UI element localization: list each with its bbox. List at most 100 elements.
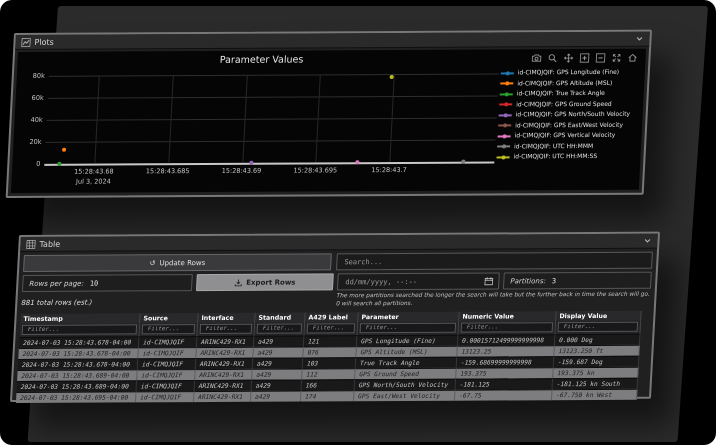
- calendar-icon[interactable]: [484, 277, 494, 286]
- filter-input[interactable]: [561, 322, 635, 332]
- column-header[interactable]: Source: [140, 313, 199, 324]
- y-gridline: [46, 117, 497, 121]
- export-rows-button[interactable]: Export Rows: [195, 273, 334, 292]
- table-cell[interactable]: a429: [251, 379, 303, 391]
- zoom-in-icon[interactable]: [578, 52, 590, 63]
- table-panel-header[interactable]: Table: [20, 233, 658, 252]
- legend-item[interactable]: id-CIMQJQIF: UTC HH:MM:SS: [496, 153, 636, 161]
- filter-input[interactable]: [145, 325, 192, 334]
- column-header[interactable]: Parameter: [358, 311, 460, 323]
- table-cell[interactable]: id-CIMQJQIF: [138, 347, 197, 359]
- rows-per-page-control[interactable]: Rows per page: 10: [21, 274, 193, 292]
- partitions-label: Partitions:: [510, 276, 547, 285]
- pan-icon[interactable]: [562, 52, 574, 63]
- autoscale-icon[interactable]: [610, 52, 622, 63]
- filter-input[interactable]: [363, 323, 453, 333]
- column-header[interactable]: Display Value: [556, 310, 642, 322]
- table-cell[interactable]: id-CIMQJQIF: [136, 380, 196, 392]
- column-header[interactable]: Interface: [198, 312, 256, 324]
- chevron-down-icon[interactable]: [635, 35, 643, 43]
- column-header[interactable]: Timestamp: [20, 313, 141, 324]
- table-cell[interactable]: 2024-07-03 15:28:43.678-04:00: [17, 358, 139, 371]
- table-cell[interactable]: 2024-07-03 15:28:43.678-04:00: [18, 336, 140, 349]
- column-header[interactable]: Standard: [255, 312, 306, 323]
- filter-input[interactable]: [25, 325, 134, 334]
- legend-label: id-CIMQJQIF: GPS Altitude (MSL): [517, 79, 613, 87]
- table-cell[interactable]: GPS Altitude (MSL): [356, 345, 458, 358]
- table-cell[interactable]: GPS North/South Velocity: [354, 378, 457, 391]
- filter-input[interactable]: [310, 324, 352, 333]
- table-cell[interactable]: 0.000 Deg: [554, 333, 641, 346]
- legend-item[interactable]: id-CIMQJQIF: GPS North/South Velocity: [498, 111, 639, 119]
- plots-panel-header[interactable]: Plots: [15, 31, 650, 50]
- legend-item[interactable]: id-CIMQJQIF: GPS Vertical Velocity: [497, 132, 637, 140]
- table-cell[interactable]: 13123.25: [457, 345, 555, 357]
- total-rows-text: 881 total rows (est.): [21, 298, 93, 307]
- reset-axes-home-icon[interactable]: [626, 52, 638, 63]
- table-cell[interactable]: 13123.250 ft: [554, 344, 640, 357]
- filter-input[interactable]: [260, 324, 299, 333]
- legend-item[interactable]: id-CIMQJQIF: GPS Ground Speed: [499, 100, 639, 108]
- legend-item[interactable]: id-CIMQJQIF: GPS East/West Velocity: [498, 121, 638, 129]
- partitions-value[interactable]: 3: [552, 277, 557, 285]
- filter-input[interactable]: [464, 323, 550, 332]
- table-cell[interactable]: 2024-07-03 15:28:43.695-04:00: [15, 391, 137, 404]
- table-cell[interactable]: 076: [303, 346, 357, 358]
- table-cell[interactable]: id-CIMQJQIF: [137, 369, 196, 381]
- table-cell[interactable]: ARINC429-RX1: [195, 368, 253, 381]
- table-cell[interactable]: 174: [300, 390, 355, 402]
- datetime-input[interactable]: [343, 276, 481, 287]
- table-cell[interactable]: True Track Angle: [355, 356, 458, 369]
- table-cell[interactable]: a429: [252, 357, 304, 369]
- table-cell[interactable]: -67.75: [454, 389, 553, 401]
- legend-item[interactable]: id-CIMQJQIF: GPS Longitude (Fine): [500, 69, 641, 77]
- table-cell[interactable]: -67.750 kn West: [551, 388, 638, 401]
- table-cell[interactable]: id-CIMQJQIF: [135, 391, 195, 403]
- table-cell[interactable]: -159.68699999999998: [456, 356, 555, 368]
- search-input[interactable]: [342, 255, 647, 267]
- plot-area[interactable]: 80k 60k 40k 20k 0 15:28:43.68 Jul 3, 2024 15:28…: [29, 72, 499, 185]
- table-cell[interactable]: 2024-07-03 15:28:43.689-04:00: [17, 369, 138, 382]
- table-cell[interactable]: -181.125 kn South: [552, 377, 639, 390]
- table-cell[interactable]: 166: [301, 379, 356, 391]
- table-cell[interactable]: 193.375 kn: [553, 366, 639, 379]
- table-cell[interactable]: 103: [302, 357, 357, 369]
- table-cell[interactable]: ARINC429-RX1: [195, 357, 254, 370]
- table-cell[interactable]: -159.687 Deg: [553, 355, 640, 368]
- partitions-control[interactable]: Partitions: 3: [502, 271, 652, 290]
- zoom-icon[interactable]: [546, 52, 558, 63]
- table-cell[interactable]: 121: [303, 335, 358, 347]
- filter-input[interactable]: [203, 324, 249, 334]
- table-cell[interactable]: 193.375: [456, 367, 554, 379]
- table-cell[interactable]: ARINC429-RX1: [194, 379, 253, 392]
- legend-marker: [498, 124, 512, 127]
- table-cell[interactable]: 0.00015712499999999998: [457, 334, 556, 346]
- table-cell[interactable]: GPS Longitude (Fine): [356, 334, 459, 347]
- chevron-down-icon[interactable]: [643, 237, 651, 245]
- table-cell[interactable]: 2024-07-03 15:28:43.689-04:00: [16, 380, 138, 393]
- legend-item[interactable]: id-CIMQJQIF: UTC HH:MMM: [497, 142, 637, 150]
- table-cell[interactable]: a429: [253, 335, 305, 347]
- plotly-modebar: [530, 52, 638, 64]
- column-header[interactable]: A429 Label: [305, 312, 359, 323]
- table-cell[interactable]: -181.125: [455, 378, 554, 390]
- table-cell[interactable]: a429: [252, 368, 303, 380]
- table-cell[interactable]: 112: [302, 368, 356, 380]
- table-cell[interactable]: a429: [253, 346, 304, 358]
- rows-per-page-value[interactable]: 10: [90, 279, 99, 287]
- table-cell[interactable]: ARINC429-RX1: [196, 346, 254, 359]
- table-cell[interactable]: GPS Ground Speed: [355, 367, 457, 380]
- zoom-out-icon[interactable]: [594, 52, 606, 63]
- column-header[interactable]: Numeric Value: [459, 311, 557, 322]
- camera-icon[interactable]: [530, 52, 542, 63]
- table-cell[interactable]: 2024-07-03 15:28:43.678-04:00: [18, 347, 139, 360]
- legend-item[interactable]: id-CIMQJQIF: GPS Altitude (MSL): [500, 79, 640, 87]
- table-cell[interactable]: GPS East/West Velocity: [353, 389, 456, 402]
- table-cell[interactable]: id-CIMQJQIF: [138, 336, 198, 348]
- table-cell[interactable]: ARINC429-RX1: [193, 390, 252, 403]
- legend-item[interactable]: id-CIMQJQIF: True Track Angle: [499, 90, 640, 98]
- table-cell[interactable]: ARINC429-RX1: [196, 335, 255, 348]
- table-cell[interactable]: id-CIMQJQIF: [137, 358, 197, 370]
- update-rows-button[interactable]: ↺ Update Rows: [22, 253, 332, 272]
- table-cell[interactable]: a429: [250, 390, 302, 402]
